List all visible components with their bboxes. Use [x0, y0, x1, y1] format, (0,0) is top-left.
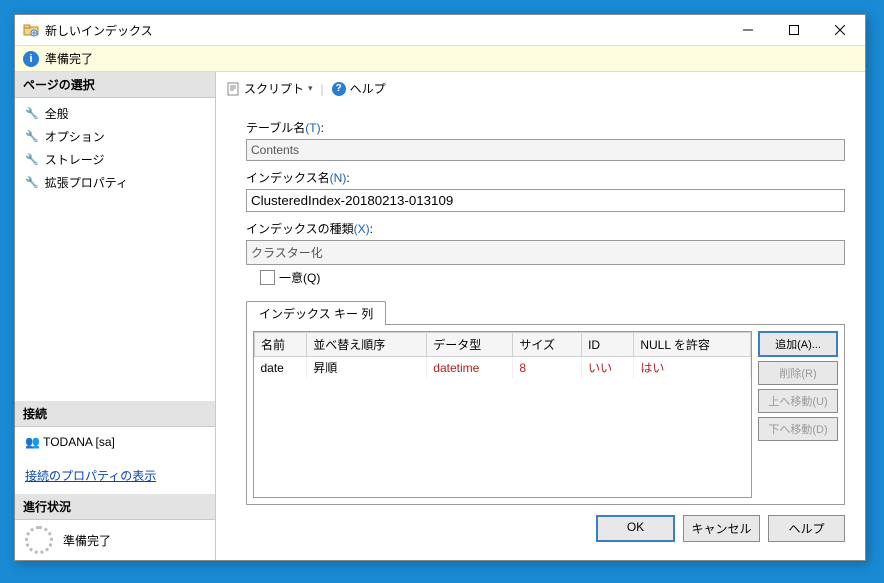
- wrench-icon: 🔧: [25, 153, 39, 166]
- grid-button-column: 追加(A)... 削除(R) 上へ移動(U) 下へ移動(D): [758, 331, 838, 498]
- col-size[interactable]: サイズ: [513, 333, 582, 357]
- app-icon: [23, 22, 39, 38]
- sidebar: ページの選択 🔧全般 🔧オプション 🔧ストレージ 🔧拡張プロパティ 接続 👥 T…: [15, 72, 215, 560]
- dialog-footer: OK キャンセル ヘルプ: [226, 505, 855, 552]
- form-area: テーブル名(T): Contents インデックス名(N): インデックスの種類…: [226, 103, 855, 290]
- index-type-field: クラスター化: [246, 240, 845, 265]
- connection-block: 👥 TODANA [sa]: [15, 427, 215, 457]
- unique-checkbox-row[interactable]: 一意(Q): [246, 269, 845, 286]
- table-row[interactable]: date 昇順 datetime 8 いい はい: [255, 357, 751, 379]
- ok-button[interactable]: OK: [596, 515, 675, 542]
- main-panel: スクリプト ▾ | ? ヘルプ テーブル名(T): Contents インデック…: [216, 72, 865, 560]
- col-sort[interactable]: 並べ替え順序: [307, 333, 427, 357]
- wrench-icon: 🔧: [25, 107, 39, 120]
- status-text: 準備完了: [45, 50, 93, 67]
- info-icon: i: [23, 51, 39, 67]
- col-type[interactable]: データ型: [427, 333, 513, 357]
- progress-spinner-icon: [25, 526, 53, 554]
- minimize-button[interactable]: [725, 15, 771, 45]
- add-button[interactable]: 追加(A)...: [758, 331, 838, 357]
- col-nulls[interactable]: NULL を許容: [634, 333, 751, 357]
- tab-key-columns[interactable]: インデックス キー 列: [246, 301, 386, 325]
- script-dropdown[interactable]: スクリプト ▾: [226, 80, 313, 97]
- new-index-dialog: { "window": { "title": "新しいインデックス" }, "s…: [14, 14, 866, 561]
- index-name-input[interactable]: [246, 189, 845, 212]
- unique-checkbox[interactable]: [260, 270, 275, 285]
- col-name[interactable]: 名前: [255, 333, 307, 357]
- connection-header: 接続: [15, 401, 215, 427]
- page-options[interactable]: 🔧オプション: [15, 125, 215, 148]
- col-id[interactable]: ID: [582, 333, 634, 357]
- index-type-label: インデックスの種類(X):: [246, 220, 845, 237]
- main-toolbar: スクリプト ▾ | ? ヘルプ: [226, 78, 855, 103]
- connection-icon: 👥: [25, 435, 40, 449]
- chevron-down-icon: ▾: [308, 83, 313, 94]
- progress-text: 準備完了: [63, 532, 111, 549]
- key-columns-panel: 名前 並べ替え順序 データ型 サイズ ID NULL を許容: [246, 324, 845, 505]
- page-general[interactable]: 🔧全般: [15, 102, 215, 125]
- connection-server: TODANA [sa]: [43, 435, 115, 449]
- wrench-icon: 🔧: [25, 130, 39, 143]
- move-up-button[interactable]: 上へ移動(U): [758, 389, 838, 413]
- help-button-footer[interactable]: ヘルプ: [768, 515, 845, 542]
- page-storage[interactable]: 🔧ストレージ: [15, 148, 215, 171]
- close-button[interactable]: [817, 15, 863, 45]
- key-columns-grid[interactable]: 名前 並べ替え順序 データ型 サイズ ID NULL を許容: [253, 331, 752, 498]
- help-icon: ?: [332, 82, 346, 96]
- move-down-button[interactable]: 下へ移動(D): [758, 417, 838, 441]
- wrench-icon: 🔧: [25, 176, 39, 189]
- remove-button[interactable]: 削除(R): [758, 361, 838, 385]
- pages-header: ページの選択: [15, 72, 215, 98]
- titlebar: 新しいインデックス: [15, 15, 865, 45]
- status-bar: i 準備完了: [15, 45, 865, 72]
- table-name-field: Contents: [246, 139, 845, 161]
- progress-block: 準備完了: [15, 520, 215, 560]
- grid-header-row: 名前 並べ替え順序 データ型 サイズ ID NULL を許容: [255, 333, 751, 357]
- script-icon: [226, 82, 240, 96]
- key-columns-tabset: インデックス キー 列 名前 並べ替え順序 データ型 サイズ ID: [246, 300, 845, 505]
- window-title: 新しいインデックス: [45, 22, 725, 39]
- unique-label: 一意(Q): [279, 269, 320, 286]
- pages-list: 🔧全般 🔧オプション 🔧ストレージ 🔧拡張プロパティ: [15, 98, 215, 198]
- help-button[interactable]: ? ヘルプ: [332, 80, 386, 97]
- index-name-label: インデックス名(N):: [246, 169, 845, 186]
- cancel-button[interactable]: キャンセル: [683, 515, 760, 542]
- table-name-label: テーブル名(T):: [246, 119, 845, 136]
- view-connection-props-link[interactable]: 接続のプロパティの表示: [25, 465, 156, 486]
- dialog-body: ページの選択 🔧全般 🔧オプション 🔧ストレージ 🔧拡張プロパティ 接続 👥 T…: [15, 72, 865, 560]
- maximize-button[interactable]: [771, 15, 817, 45]
- page-extended-properties[interactable]: 🔧拡張プロパティ: [15, 171, 215, 194]
- progress-header: 進行状況: [15, 494, 215, 520]
